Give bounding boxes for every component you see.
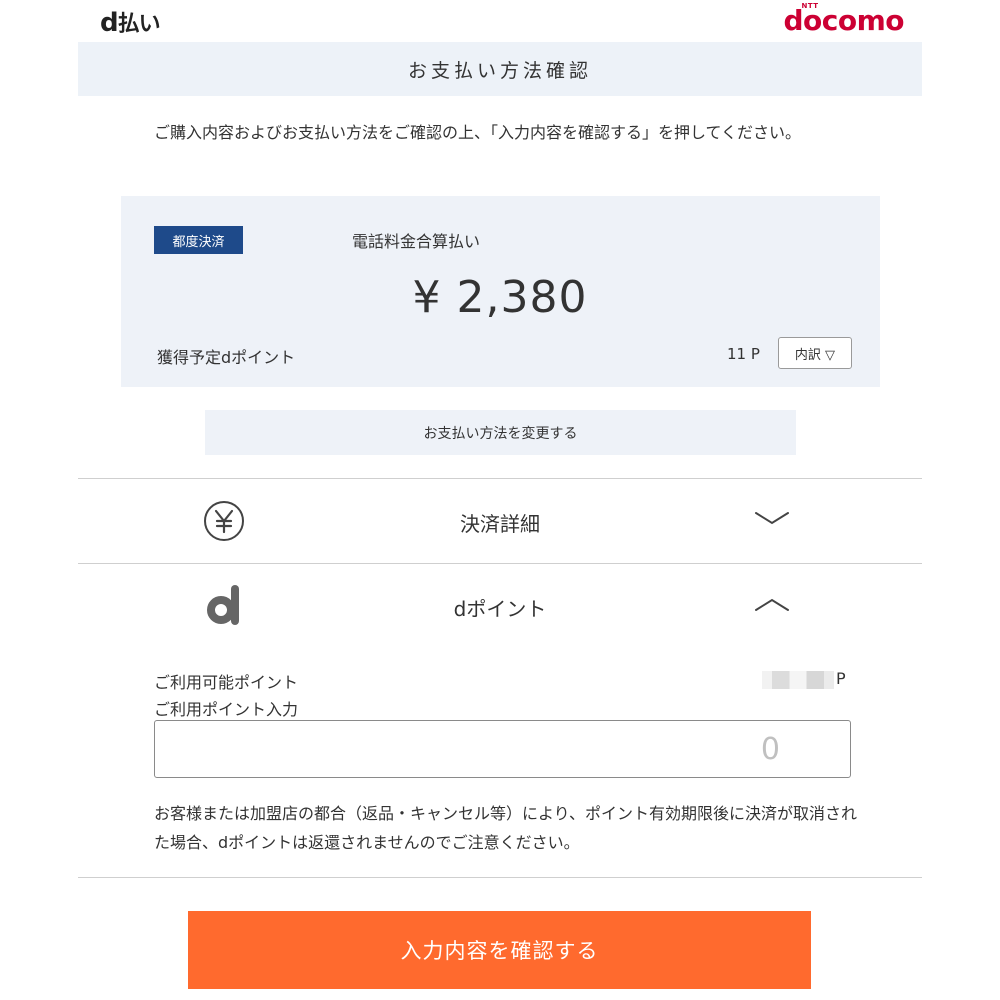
available-points-unit: P (836, 669, 846, 688)
docomo-logo: NTT docomo (783, 2, 904, 37)
chevron-down-icon[interactable] (754, 509, 790, 529)
payment-amount: ¥ 2,380 (412, 272, 588, 323)
intro-text: ご購入内容およびお支払い方法をご確認の上、「入力内容を確認する」を押してください… (154, 123, 802, 142)
available-points-value-masked (762, 671, 834, 689)
available-points-label: ご利用可能ポイント (154, 673, 299, 692)
divider (78, 877, 922, 878)
use-points-input[interactable] (154, 720, 851, 778)
d-logo-letter: d (100, 8, 119, 38)
breakdown-button[interactable]: 内訳 ▽ (778, 337, 852, 369)
use-points-label: ご利用ポイント入力 (154, 700, 299, 719)
dpoint-label: dポイント (453, 597, 547, 621)
change-payment-method-button[interactable]: お支払い方法を変更する (205, 410, 796, 455)
points-notice: お客様または加盟店の都合（返品・キャンセル等）により、ポイント有効期限後に決済が… (154, 804, 858, 852)
ntt-mark: NTT (801, 2, 819, 10)
page-title: お支払い方法確認 (78, 42, 922, 96)
payment-type-badge: 都度決済 (154, 226, 243, 254)
chevron-up-icon[interactable] (754, 594, 790, 614)
d-barai-logo: d払い (100, 6, 161, 38)
confirm-input-button[interactable]: 入力内容を確認する (188, 911, 811, 989)
d-barai-logo-text: 払い (117, 12, 161, 37)
earned-points-value: 11 P (727, 345, 760, 363)
payment-method-name: 電話料金合算払い (352, 232, 481, 251)
settlement-details-label: 決済詳細 (460, 512, 540, 536)
earned-points-label: 獲得予定dポイント (157, 348, 296, 367)
